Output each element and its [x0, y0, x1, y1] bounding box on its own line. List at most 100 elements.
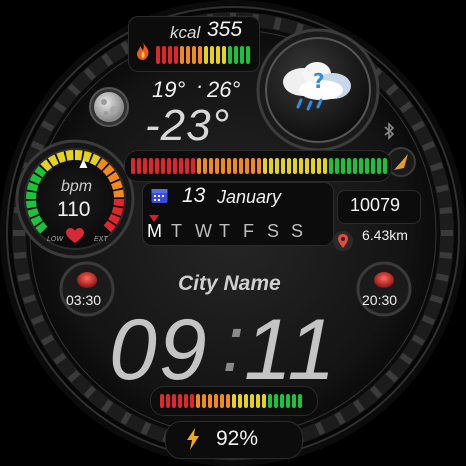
bar-segment	[179, 158, 183, 174]
bar-segment	[365, 158, 369, 174]
bpm-arc-segment	[108, 213, 121, 225]
bluetooth-icon	[382, 122, 396, 145]
bar-segment	[208, 394, 212, 408]
bar-segment	[131, 158, 135, 174]
bpm-arc-segment	[110, 180, 123, 190]
bezel-tick	[429, 294, 444, 304]
cloud-rain-icon: ?	[277, 60, 357, 119]
bpm-arc-segment	[26, 191, 37, 200]
bpm-arc-segment	[30, 215, 43, 227]
bpm-arc-segment	[35, 221, 48, 234]
bar-segment	[227, 158, 231, 174]
bar-segment	[286, 394, 290, 408]
bar-segment	[184, 394, 188, 408]
bar-segment	[202, 394, 206, 408]
calories-bar	[156, 44, 252, 64]
battery-level-bar	[160, 392, 304, 408]
bar-segment	[160, 394, 164, 408]
bar-segment	[238, 394, 242, 408]
bpm-unit: bpm	[61, 178, 93, 195]
temp-high: 26°	[207, 77, 241, 102]
bpm-arc-segment	[26, 182, 39, 192]
bpm-value: 110	[57, 198, 91, 221]
bar-segment	[292, 394, 296, 408]
bpm-arc-segment	[47, 154, 59, 167]
bar-segment	[257, 158, 261, 174]
bar-segment	[161, 158, 165, 174]
bpm-arc-segment	[56, 151, 66, 164]
weekday-letter: M	[147, 221, 162, 241]
bar-segment	[203, 158, 207, 174]
calories-value: 355	[207, 18, 243, 41]
bar-segment	[245, 158, 249, 174]
bar-segment	[228, 46, 232, 64]
bar-segment	[359, 158, 363, 174]
bar-segment	[240, 46, 244, 64]
bar-segment	[191, 158, 195, 174]
bar-segment	[190, 394, 194, 408]
bpm-arc-segment	[82, 150, 92, 163]
weekday-letter: F	[243, 221, 254, 241]
bar-segment	[256, 394, 260, 408]
bpm-arc-segment	[102, 164, 115, 177]
bar-segment	[329, 158, 333, 174]
bar-segment	[209, 158, 213, 174]
date-day: 13	[182, 184, 206, 207]
bar-segment	[250, 394, 254, 408]
bar-segment	[234, 46, 238, 64]
weekday-letter: T	[219, 221, 230, 241]
bar-segment	[174, 46, 178, 64]
sunrise-time: 03:30	[66, 292, 102, 308]
bar-segment	[149, 158, 153, 174]
weekday-row: MTWTFSS	[147, 221, 315, 242]
bpm-arc-segment	[89, 153, 101, 166]
bar-segment	[335, 158, 339, 174]
bar-segment	[167, 158, 171, 174]
bezel-tick	[273, 17, 282, 31]
bar-segment	[274, 394, 278, 408]
bar-segment	[215, 158, 219, 174]
steps-value: 10079	[350, 195, 401, 215]
bar-segment	[143, 158, 147, 174]
activity-progress-bar	[131, 156, 389, 174]
bar-segment	[168, 46, 172, 64]
bpm-arc-segment	[40, 159, 53, 172]
sunset-icon	[374, 272, 394, 288]
weekday-letter: S	[291, 221, 304, 241]
time-separator: :	[222, 299, 245, 388]
moon-icon	[89, 87, 129, 127]
bezel-tick	[439, 251, 453, 259]
bezel-tick	[13, 251, 27, 259]
bar-segment	[263, 158, 267, 174]
current-temp: -23°	[145, 101, 231, 150]
bar-segment	[173, 158, 177, 174]
bar-segment	[347, 158, 351, 174]
bpm-arc-segment	[74, 150, 83, 161]
temp-dot: ·	[196, 73, 204, 98]
bpm-arc-segment	[26, 200, 37, 209]
bar-segment	[317, 158, 321, 174]
location-pin-icon	[333, 231, 353, 258]
bar-segment	[280, 394, 284, 408]
bar-segment	[180, 46, 184, 64]
bar-segment	[244, 394, 248, 408]
bezel-tick	[22, 294, 37, 304]
bpm-arc-segment	[103, 220, 116, 233]
bar-segment	[216, 46, 220, 64]
sunset-time: 20:30	[362, 292, 398, 308]
heart-icon	[66, 228, 84, 249]
bpm-arc-segment	[113, 189, 124, 198]
bar-segment	[172, 394, 176, 408]
bar-segment	[178, 394, 182, 408]
bar-segment	[155, 158, 159, 174]
calories-unit: kcal	[170, 23, 201, 42]
calendar-icon	[151, 187, 168, 209]
bar-segment	[298, 394, 302, 408]
bpm-arc-segment	[65, 150, 74, 161]
bar-segment	[214, 394, 218, 408]
bpm-arc-segment	[96, 158, 109, 171]
bar-segment	[204, 46, 208, 64]
bar-segment	[156, 46, 160, 64]
bar-segment	[232, 394, 236, 408]
bar-segment	[353, 158, 357, 174]
